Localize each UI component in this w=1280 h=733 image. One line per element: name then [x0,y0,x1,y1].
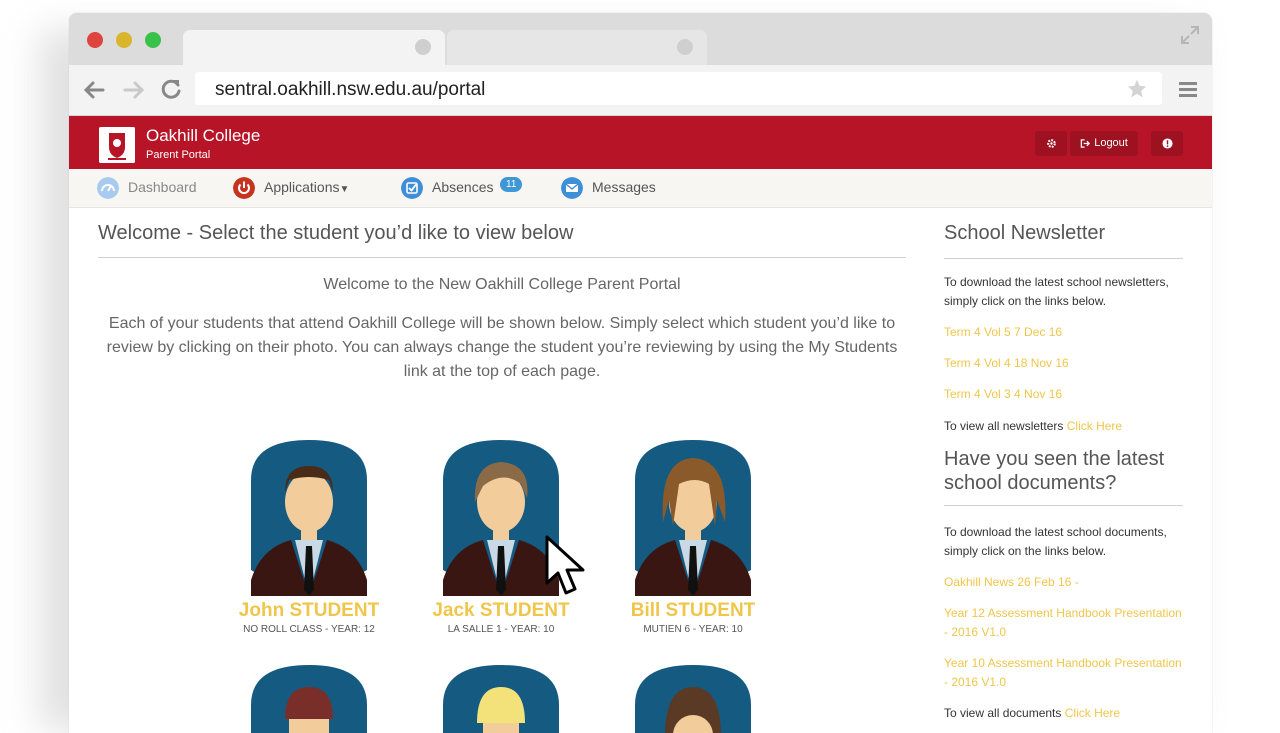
dashboard-icon [97,177,119,199]
envelope-icon [561,177,583,199]
chevron-down-icon: ▼ [339,184,350,195]
documents-title: Have you seen the latest school document… [944,448,1165,494]
newsletter-link[interactable]: Term 4 Vol 5 7 Dec 16 [944,323,1184,342]
hamburger-menu-icon[interactable] [1178,79,1198,99]
document-link[interactable]: Year 12 Assessment Handbook Presentation… [944,604,1184,642]
url-text: sentral.oakhill.nsw.edu.au/portal [215,79,486,100]
intro-body: Each of your students that attend Oakhil… [106,315,898,380]
maximize-window-button[interactable] [145,32,161,48]
browser-window: sentral.oakhill.nsw.edu.au/portal Oakhil… [69,13,1212,733]
student-name[interactable]: Bill STUDENT [603,600,783,622]
title-divider [98,257,906,258]
tab-close-icon[interactable] [677,39,693,55]
documents-click-here-link[interactable]: Click Here [1065,706,1120,720]
nav-messages[interactable]: Messages [561,177,681,201]
student-avatar[interactable] [251,665,367,733]
portal-subtitle: Parent Portal [146,149,211,161]
nav-messages-label: Messages [592,179,656,195]
alert-button[interactable] [1151,131,1183,156]
view-all-documents-text: To view all documents [944,706,1062,720]
close-window-button[interactable] [87,32,103,48]
nav-applications-label: Applications▼ [264,179,349,195]
intro-title: Welcome to the New Oakhill College Paren… [323,276,681,293]
nav-dashboard-label: Dashboard [128,179,197,195]
settings-button[interactable] [1035,131,1067,156]
newsletter-link[interactable]: Term 4 Vol 3 4 Nov 16 [944,385,1184,404]
newsletter-divider [944,258,1183,259]
exclamation-icon [1161,138,1173,149]
newsletter-link[interactable]: Term 4 Vol 4 18 Nov 16 [944,354,1184,373]
newsletter-description: To download the latest school newsletter… [944,275,1169,308]
school-name: Oakhill College [146,126,261,145]
absences-count-badge: 11 [500,177,523,192]
sidebar: School Newsletter To download the latest… [944,207,1184,733]
main-content: Welcome - Select the student you’d like … [98,207,907,733]
view-all-newsletters: To view all newsletters Click Here [944,417,1184,436]
school-crest-logo[interactable] [99,127,135,163]
tab-close-icon[interactable] [415,39,431,55]
student-name[interactable]: Jack STUDENT [411,600,591,622]
page-title: Welcome - Select the student you’d like … [98,222,574,244]
back-arrow-icon[interactable] [81,77,107,103]
address-bar[interactable]: sentral.oakhill.nsw.edu.au/portal [195,72,1162,105]
mouse-pointer-icon [545,535,585,595]
view-all-documents: To view all documents Click Here [944,704,1184,723]
student-card[interactable]: Bill STUDENT MUTIEN 6 - YEAR: 10 [603,440,783,640]
student-class-info: NO ROLL CLASS - YEAR: 12 [243,624,375,635]
student-class-info: LA SALLE 1 - YEAR: 10 [447,624,555,635]
bookmark-star-icon[interactable] [1126,78,1148,100]
power-icon [233,177,255,199]
minimize-window-button[interactable] [116,32,132,48]
newsletters-click-here-link[interactable]: Click Here [1067,419,1122,433]
main-navigation: Dashboard Applications▼ Absences 11 Mess… [69,169,1212,208]
student-name[interactable]: John STUDENT [219,600,399,622]
site-header: Oakhill College Parent Portal Logout [69,116,1212,169]
student-avatar[interactable] [443,440,559,596]
nav-applications[interactable]: Applications▼ [233,177,363,201]
student-avatar[interactable] [635,440,751,596]
forward-arrow-icon[interactable] [121,77,147,103]
documents-divider [944,505,1183,506]
sign-out-icon [1080,138,1091,148]
student-avatar[interactable] [251,440,367,596]
document-link[interactable]: Year 10 Assessment Handbook Presentation… [944,654,1184,692]
newsletter-title: School Newsletter [944,222,1106,244]
expand-icon[interactable] [1180,25,1200,45]
student-avatar[interactable] [443,665,559,733]
reload-icon[interactable] [158,77,184,103]
gear-icon [1046,138,1056,148]
logout-button[interactable]: Logout [1070,131,1138,156]
nav-applications-text: Applications [264,179,340,195]
student-card[interactable]: John STUDENT NO ROLL CLASS - YEAR: 12 [219,440,399,640]
browser-tab-active[interactable] [183,30,445,65]
documents-description: To download the latest school documents,… [944,525,1167,558]
student-class-info: MUTIEN 6 - YEAR: 10 [643,624,743,635]
browser-titlebar [69,13,1212,65]
document-link[interactable]: Oakhill News 26 Feb 16 - [944,573,1184,592]
browser-toolbar: sentral.oakhill.nsw.edu.au/portal [69,65,1212,116]
view-all-newsletters-text: To view all newsletters [944,419,1064,433]
nav-absences-label: Absences [432,179,494,195]
nav-dashboard[interactable]: Dashboard [97,177,217,201]
student-avatar[interactable] [635,665,751,733]
checkbox-icon [401,177,423,199]
logout-label: Logout [1094,137,1128,149]
nav-absences[interactable]: Absences 11 [401,177,541,201]
browser-tab-inactive[interactable] [447,30,707,65]
